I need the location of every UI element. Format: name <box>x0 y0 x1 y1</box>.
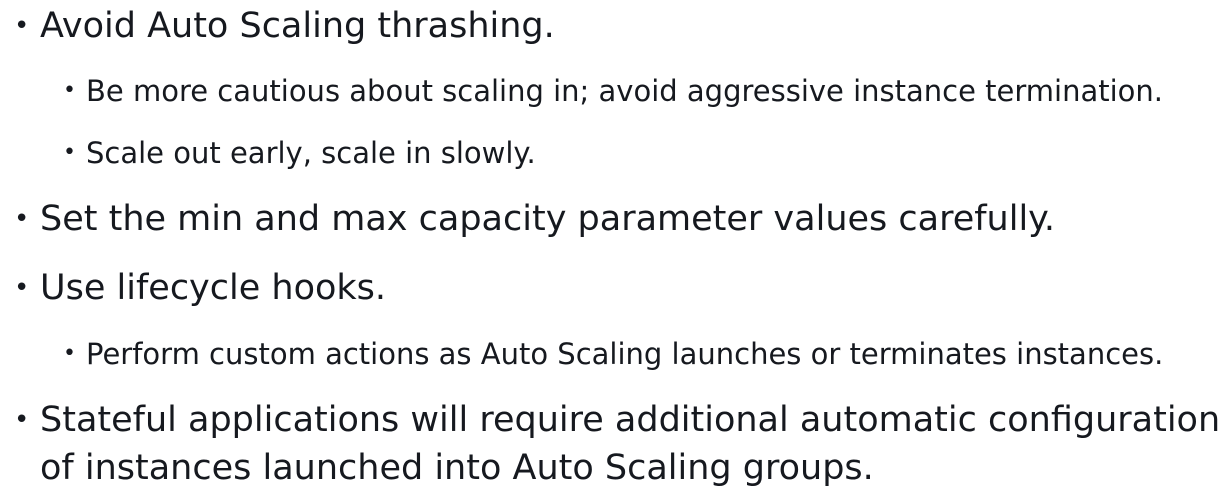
bullet-item-2: • Set the min and max capacity parameter… <box>14 195 1055 243</box>
bullet-item-3: • Use lifecycle hooks. <box>14 264 386 312</box>
bullet-text-line-2: of instances launched into Auto Scaling … <box>40 448 874 488</box>
bullet-marker: • <box>63 341 76 366</box>
bullet-item-4-continuation: of instances launched into Auto Scaling … <box>14 444 874 492</box>
bullet-marker: • <box>14 405 30 435</box>
bullet-marker: • <box>14 204 30 234</box>
bullet-item-4: • Stateful applications will require add… <box>14 396 1220 444</box>
bullet-item-1: • Avoid Auto Scaling thrashing. <box>14 2 555 50</box>
bullet-text: Perform custom actions as Auto Scaling l… <box>86 337 1164 371</box>
bullet-text: Set the min and max capacity parameter v… <box>40 199 1056 239</box>
sub-bullet-item-3-1: • Perform custom actions as Auto Scaling… <box>63 334 1163 374</box>
bullet-text-line-1: Stateful applications will require addit… <box>40 400 1221 440</box>
bullet-marker: • <box>63 140 76 165</box>
bullet-text: Use lifecycle hooks. <box>40 268 387 308</box>
sub-bullet-item-1-2: • Scale out early, scale in slowly. <box>63 133 536 173</box>
sub-bullet-item-1-1: • Be more cautious about scaling in; avo… <box>63 71 1163 111</box>
bullet-marker: • <box>14 273 30 303</box>
bullet-marker: • <box>63 78 76 103</box>
bullet-text: Avoid Auto Scaling thrashing. <box>40 6 555 46</box>
slide: { "bullets": { "b1": "Avoid Auto Scaling… <box>0 0 1228 496</box>
bullet-text: Scale out early, scale in slowly. <box>86 136 536 170</box>
bullet-text: Be more cautious about scaling in; avoid… <box>86 74 1164 108</box>
bullet-marker: • <box>14 11 30 41</box>
